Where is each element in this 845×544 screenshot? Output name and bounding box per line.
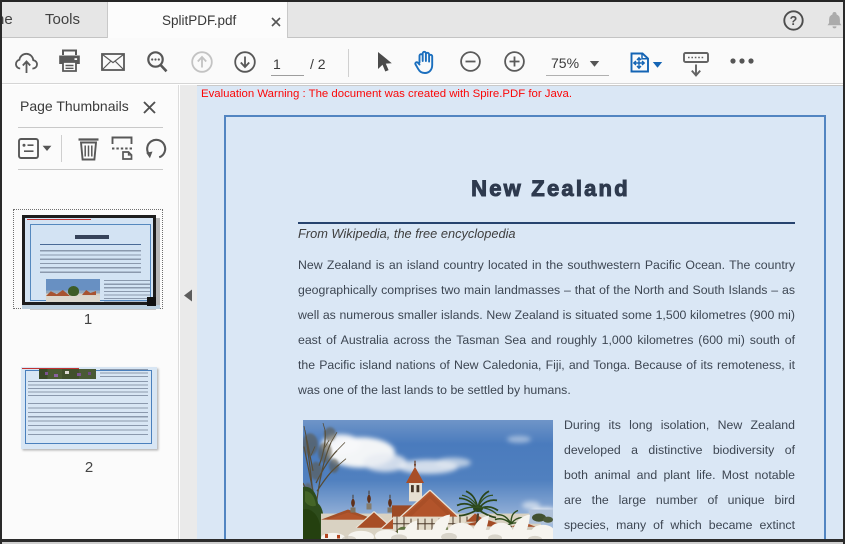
svg-text:?: ? [790,14,798,28]
